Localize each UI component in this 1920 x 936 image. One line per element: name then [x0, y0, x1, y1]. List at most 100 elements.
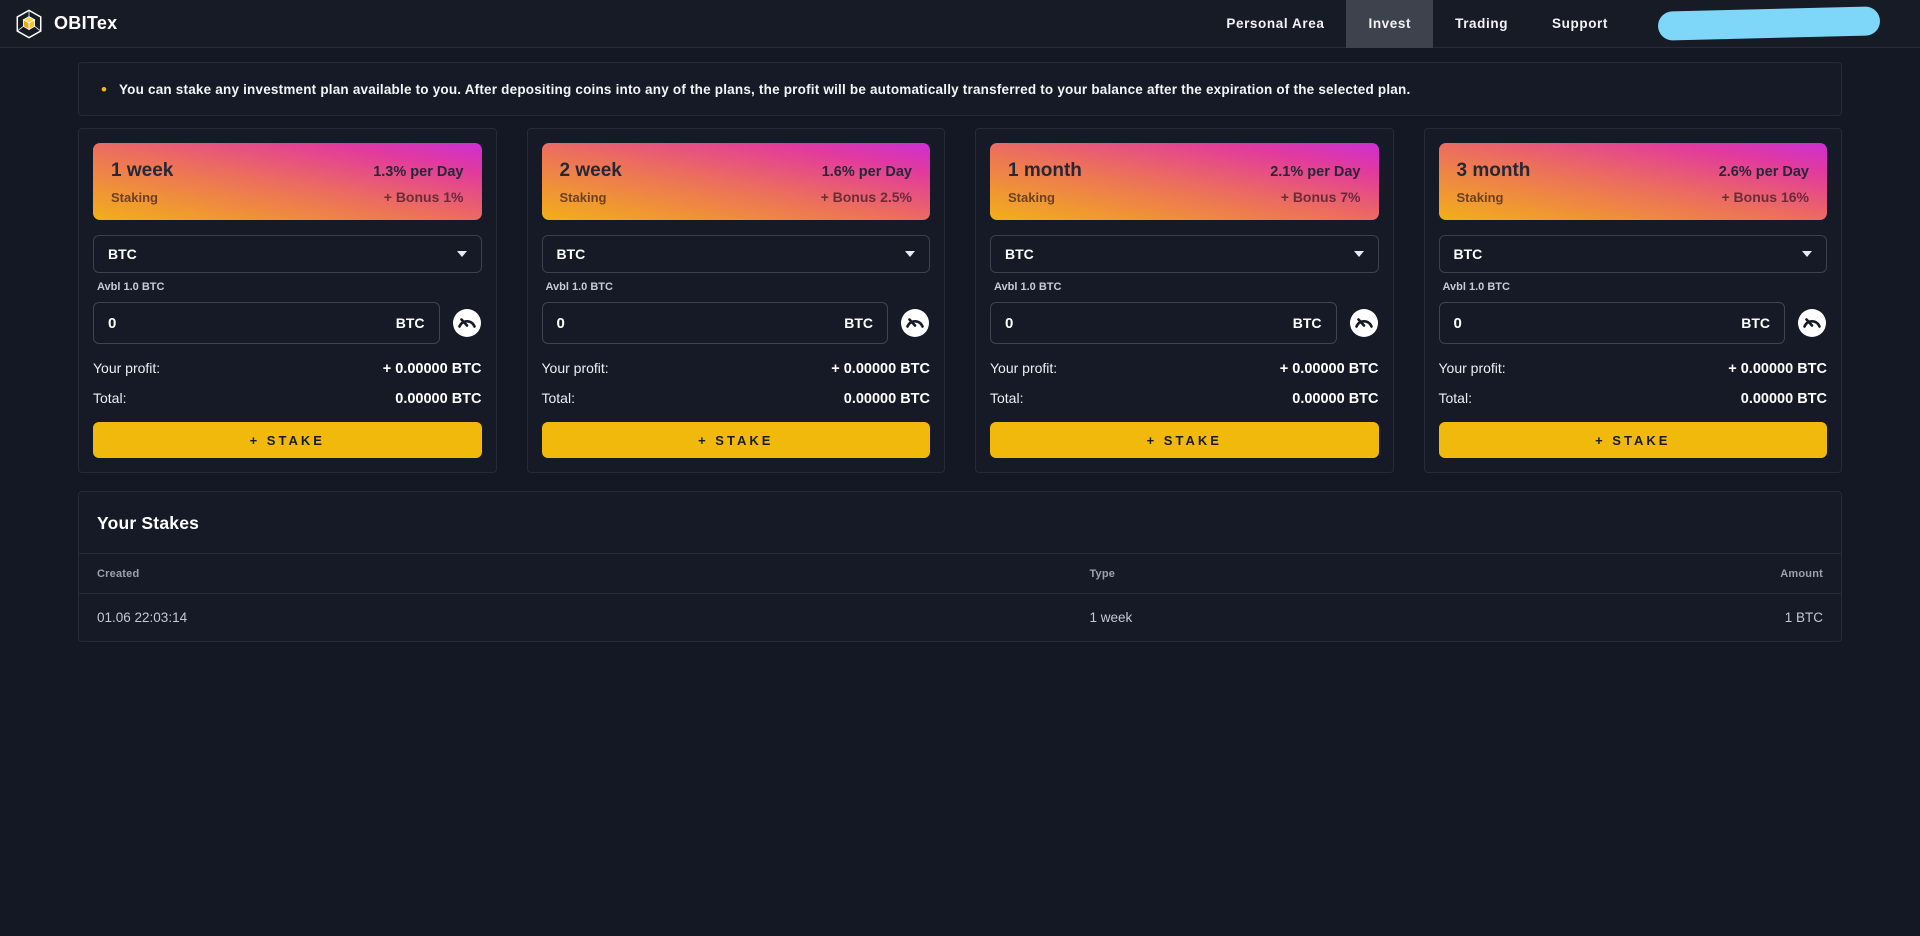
profit-label: Your profit: — [541, 360, 609, 376]
profit-label: Your profit: — [93, 360, 161, 376]
main-content: • You can stake any investment plan avai… — [0, 62, 1920, 642]
plan-subtitle: Staking — [1008, 190, 1055, 205]
plans-grid: 1 week 1.3% per Day Staking + Bonus 1% B… — [78, 128, 1842, 473]
nav-item[interactable]: Trading — [1433, 0, 1530, 48]
plan-card: 1 month 2.1% per Day Staking + Bonus 7% … — [975, 128, 1394, 473]
profit-label: Your profit: — [990, 360, 1058, 376]
amount-input[interactable]: 0 BTC — [990, 302, 1337, 344]
plan-card: 3 month 2.6% per Day Staking + Bonus 16%… — [1423, 128, 1842, 473]
total-value: 0.00000 BTC — [395, 391, 482, 407]
stake-created: 01.06 22:03:14 — [97, 610, 188, 625]
amount-unit: BTC — [844, 315, 873, 331]
info-banner: • You can stake any investment plan avai… — [78, 62, 1842, 116]
profit-value: + 0.00000 BTC — [1279, 361, 1379, 377]
amount-value: 0 — [108, 314, 117, 332]
total-row: Total: 0.00000 BTC — [542, 390, 931, 407]
total-label: Total: — [990, 390, 1024, 406]
plan-card: 2 week 1.6% per Day Staking + Bonus 2.5%… — [526, 128, 945, 473]
total-row: Total: 0.00000 BTC — [93, 390, 482, 407]
profit-row: Your profit: + 0.00000 BTC — [1439, 360, 1828, 377]
top-nav: OBITex Personal Area Invest Trading Supp… — [0, 0, 1920, 48]
total-label: Total: — [1438, 390, 1472, 406]
total-value: 0.00000 BTC — [1292, 391, 1379, 407]
stakes-table-body: 01.06 22:03:14 1 week 1 BTC — [79, 593, 1841, 641]
stake-button[interactable]: + STAKE — [1438, 422, 1827, 458]
coin-select-value: BTC — [556, 246, 586, 262]
chevron-down-icon — [905, 251, 915, 257]
profit-value: + 0.00000 BTC — [831, 361, 930, 377]
amount-row: 0 BTC — [990, 302, 1379, 344]
chevron-down-icon — [1353, 251, 1364, 257]
amount-row: 0 BTC — [541, 302, 931, 344]
plan-rate: 1.3% per Day — [373, 164, 464, 180]
profit-label: Your profit: — [1438, 360, 1506, 376]
coin-select-value: BTC — [108, 246, 137, 262]
plan-name: 1 week — [111, 160, 174, 181]
plan-header: 2 week 1.6% per Day Staking + Bonus 2.5% — [541, 143, 930, 220]
stake-button[interactable]: + STAKE — [93, 422, 482, 458]
bullet-icon: • — [101, 79, 107, 99]
plan-rate: 2.6% per Day — [1718, 164, 1809, 180]
nav-item[interactable]: Support — [1530, 0, 1630, 48]
plan-bonus: + Bonus 1% — [383, 189, 464, 205]
redaction-scribble — [1657, 6, 1881, 41]
nav-item[interactable]: Personal Area — [1204, 0, 1346, 48]
amount-row: 0 BTC — [93, 302, 482, 344]
available-balance: Avbl 1.0 BTC — [1442, 281, 1510, 293]
amount-value: 0 — [1453, 314, 1462, 332]
amount-unit: BTC — [1741, 315, 1770, 331]
coin-select[interactable]: BTC — [1438, 235, 1827, 273]
stake-type: 1 week — [1089, 610, 1133, 625]
plan-bonus: + Bonus 7% — [1280, 189, 1361, 205]
brand[interactable]: OBITex — [14, 9, 117, 39]
amount-input[interactable]: 0 BTC — [93, 302, 440, 344]
plan-bonus: + Bonus 2.5% — [820, 189, 912, 205]
column-header-created: Created — [97, 567, 140, 580]
max-gauge-icon[interactable] — [900, 308, 930, 338]
plan-bonus: + Bonus 16% — [1721, 189, 1809, 205]
total-row: Total: 0.00000 BTC — [990, 390, 1379, 407]
available-balance: Avbl 1.0 BTC — [97, 281, 165, 293]
stake-button[interactable]: + STAKE — [541, 422, 930, 458]
plan-header: 1 week 1.3% per Day Staking + Bonus 1% — [93, 143, 482, 220]
nav-items: Personal Area Invest Trading Support — [1204, 0, 1630, 48]
available-balance: Avbl 1.0 BTC — [994, 281, 1062, 293]
plan-name: 1 month — [1008, 160, 1082, 181]
amount-unit: BTC — [1292, 315, 1322, 331]
coin-select[interactable]: BTC — [990, 235, 1379, 273]
plan-subtitle: Staking — [111, 190, 158, 205]
stake-amount: 1 BTC — [1784, 610, 1823, 625]
stake-button[interactable]: + STAKE — [990, 422, 1379, 458]
amount-row: 0 BTC — [1438, 302, 1828, 344]
your-stakes-panel: Your Stakes Created Type Amount 01.06 22… — [78, 491, 1842, 642]
coin-select[interactable]: BTC — [93, 235, 482, 273]
max-gauge-icon[interactable] — [1349, 308, 1379, 338]
profit-value: + 0.00000 BTC — [382, 361, 482, 377]
plan-rate: 2.1% per Day — [1270, 164, 1361, 180]
plan-subtitle: Staking — [559, 190, 607, 205]
profit-value: + 0.00000 BTC — [1728, 361, 1827, 377]
stakes-table-row: 01.06 22:03:14 1 week 1 BTC — [79, 593, 1841, 641]
brand-name: OBITex — [54, 13, 118, 33]
max-gauge-icon[interactable] — [1797, 308, 1827, 338]
total-value: 0.00000 BTC — [1740, 391, 1827, 407]
max-gauge-icon[interactable] — [452, 308, 482, 338]
available-balance: Avbl 1.0 BTC — [545, 281, 613, 293]
plan-name: 2 week — [559, 160, 622, 181]
coin-select[interactable]: BTC — [541, 235, 930, 273]
column-header-amount: Amount — [1780, 567, 1823, 580]
column-header-type: Type — [1089, 567, 1116, 580]
chevron-down-icon — [456, 251, 467, 257]
nav-item[interactable]: Invest — [1346, 0, 1434, 48]
amount-value: 0 — [556, 314, 565, 332]
profit-row: Your profit: + 0.00000 BTC — [990, 360, 1379, 377]
amount-input[interactable]: 0 BTC — [1438, 302, 1785, 344]
plan-rate: 1.6% per Day — [821, 164, 912, 180]
total-row: Total: 0.00000 BTC — [1439, 390, 1828, 407]
amount-unit: BTC — [395, 315, 425, 331]
amount-input[interactable]: 0 BTC — [541, 302, 888, 344]
total-label: Total: — [541, 390, 575, 406]
plan-header: 1 month 2.1% per Day Staking + Bonus 7% — [990, 143, 1379, 220]
info-banner-text: You can stake any investment plan availa… — [118, 81, 1411, 97]
plan-name: 3 month — [1456, 160, 1531, 181]
